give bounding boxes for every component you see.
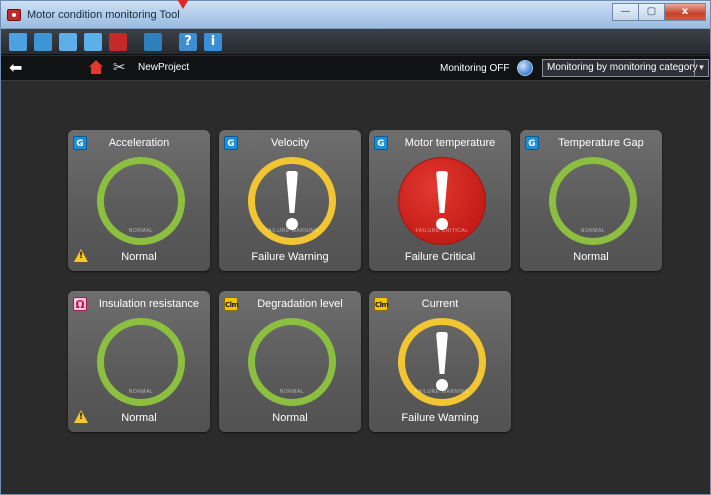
close-button[interactable]: x	[664, 3, 706, 21]
card-title: Current	[421, 298, 459, 310]
card-status: Failure Critical	[404, 251, 476, 263]
exclamation-icon	[432, 171, 452, 231]
card-title: Degradation level	[257, 298, 343, 310]
gauge-label: NORMAL	[128, 228, 154, 234]
chevron-down-icon[interactable]: ▼	[694, 60, 708, 76]
card-title: Velocity	[271, 137, 309, 149]
monitoring-view-value: Monitoring by monitoring category	[547, 62, 698, 73]
gauge-label: FAILURE CRITICAL	[415, 228, 469, 234]
card-status: Normal	[573, 251, 609, 263]
title-bar: Motor condition monitoring Tool — ▢ x	[1, 0, 710, 29]
project-name: NewProject	[138, 62, 190, 73]
card-title: Insulation resistance	[98, 298, 200, 310]
pointer-marker-icon	[177, 0, 189, 9]
status-gauge-normal: NORMAL	[248, 318, 336, 406]
card-acceleration[interactable]: G Acceleration NORMAL Normal	[68, 130, 210, 271]
status-gauge-normal: NORMAL	[97, 318, 185, 406]
window-controls: — ▢ x	[612, 3, 706, 21]
card-title: Acceleration	[108, 137, 170, 149]
maximize-button[interactable]: ▢	[638, 3, 664, 21]
card-status: Normal	[121, 412, 157, 424]
connection-icon[interactable]	[144, 33, 162, 51]
monitoring-view-select[interactable]: Monitoring by monitoring category ▼	[542, 59, 709, 77]
new-project-icon[interactable]	[9, 33, 27, 51]
card-title: Motor temperature	[404, 137, 496, 149]
gauge-label: NORMAL	[580, 228, 606, 234]
save-icon[interactable]	[59, 33, 77, 51]
home-icon[interactable]	[89, 60, 103, 74]
card-status: Normal	[272, 412, 308, 424]
navigation-bar: ⬅ ✂ NewProject Monitoring OFF Monitoring…	[1, 56, 710, 81]
minimize-button[interactable]: —	[612, 3, 638, 21]
help-icon[interactable]: ?	[179, 33, 197, 51]
monitoring-toggle-icon[interactable]	[517, 60, 533, 76]
exclamation-icon	[432, 332, 452, 392]
exclamation-icon	[282, 171, 302, 231]
card-status: Failure Warning	[251, 251, 329, 263]
status-gauge-warning: FAILURE WARNING	[248, 157, 336, 245]
gauge-label: NORMAL	[128, 389, 154, 395]
tools-icon[interactable]: ✂	[113, 58, 126, 76]
status-gauge-normal: NORMAL	[97, 157, 185, 245]
card-status: Normal	[121, 251, 157, 263]
status-gauge-critical: FAILURE CRITICAL	[398, 157, 486, 245]
toolbar: ? i	[1, 29, 710, 55]
card-motor-temperature[interactable]: G Motor temperature FAILURE CRITICAL Fai…	[369, 130, 511, 271]
gauge-label: FAILURE WARNING	[265, 228, 319, 234]
back-arrow-icon[interactable]: ⬅	[9, 59, 22, 77]
status-gauge-warning: FAILURE WARNING	[398, 318, 486, 406]
card-current[interactable]: Clm Current FAILURE WARNING Failure Warn…	[369, 291, 511, 432]
card-temperature-gap[interactable]: G Temperature Gap NORMAL Normal	[520, 130, 662, 271]
delete-icon[interactable]	[109, 33, 127, 51]
card-velocity[interactable]: G Velocity FAILURE WARNING Failure Warni…	[219, 130, 361, 271]
gauge-label: FAILURE WARNING	[415, 389, 469, 395]
card-insulation-resistance[interactable]: Ω Insulation resistance NORMAL Normal	[68, 291, 210, 432]
status-gauge-normal: NORMAL	[549, 157, 637, 245]
open-project-icon[interactable]	[34, 33, 52, 51]
card-status: Failure Warning	[401, 412, 479, 424]
monitoring-status: Monitoring OFF	[440, 63, 510, 74]
info-icon[interactable]: i	[204, 33, 222, 51]
card-degradation-level[interactable]: Clm Degradation level NORMAL Normal	[219, 291, 361, 432]
card-title: Temperature Gap	[558, 137, 644, 149]
monitoring-panel: G Acceleration NORMAL Normal G Velocity …	[1, 82, 710, 494]
app-window: Motor condition monitoring Tool — ▢ x ? …	[0, 0, 711, 495]
save-as-icon[interactable]	[84, 33, 102, 51]
app-icon	[7, 9, 21, 21]
gauge-label: NORMAL	[279, 389, 305, 395]
window-title: Motor condition monitoring Tool	[27, 9, 180, 21]
